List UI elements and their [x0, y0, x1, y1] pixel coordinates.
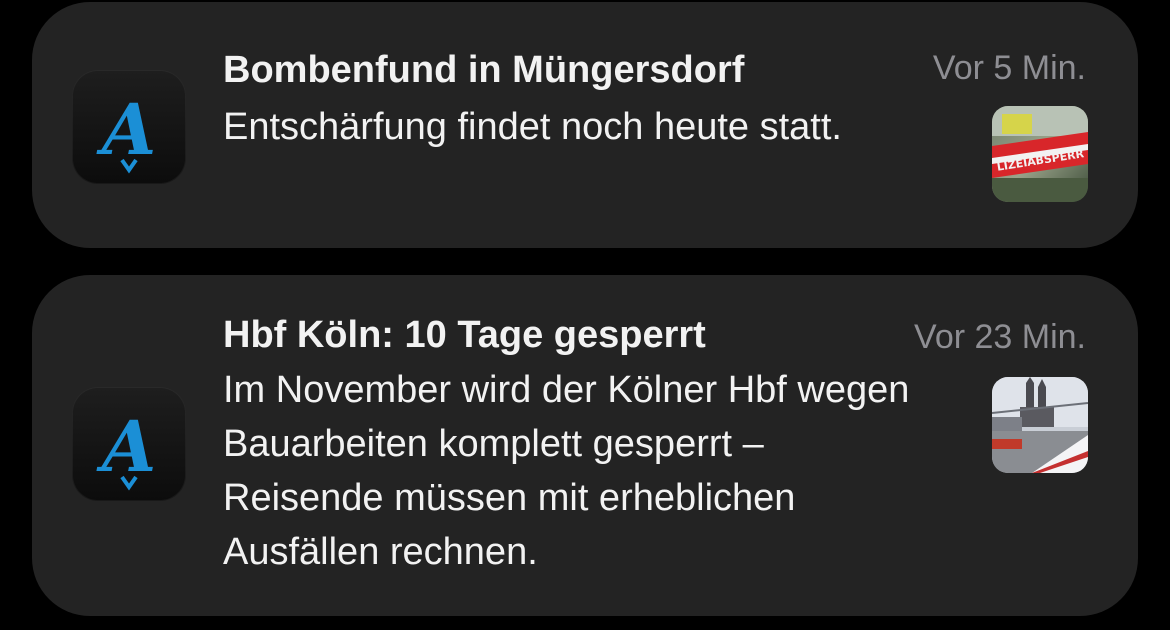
notification-body: Entschärfung findet noch heute statt.	[223, 106, 842, 148]
notification-time: Vor 23 Min.	[914, 318, 1086, 356]
notification-title: Hbf Köln: 10 Tage gesperrt	[223, 314, 706, 356]
notification-time: Vor 5 Min.	[932, 49, 1086, 87]
newspaper-app-icon: A	[72, 387, 186, 501]
newspaper-app-icon: A	[72, 70, 186, 184]
notification-body: Im November wird der Kölner Hbf wegen Ba…	[223, 369, 910, 573]
notification-thumbnail	[992, 377, 1088, 473]
notification-title: Bombenfund in Müngersdorf	[223, 49, 745, 91]
notification-card[interactable]: A Hbf Köln: 10 Tage gesperrt Vor 23 Min.…	[32, 275, 1138, 616]
notification-card[interactable]: A Bombenfund in Müngersdorf Vor 5 Min. E…	[32, 2, 1138, 248]
svg-text:A: A	[96, 405, 156, 488]
svg-text:A: A	[96, 88, 156, 171]
notification-thumbnail: LIZEIABSPERR	[992, 106, 1088, 202]
